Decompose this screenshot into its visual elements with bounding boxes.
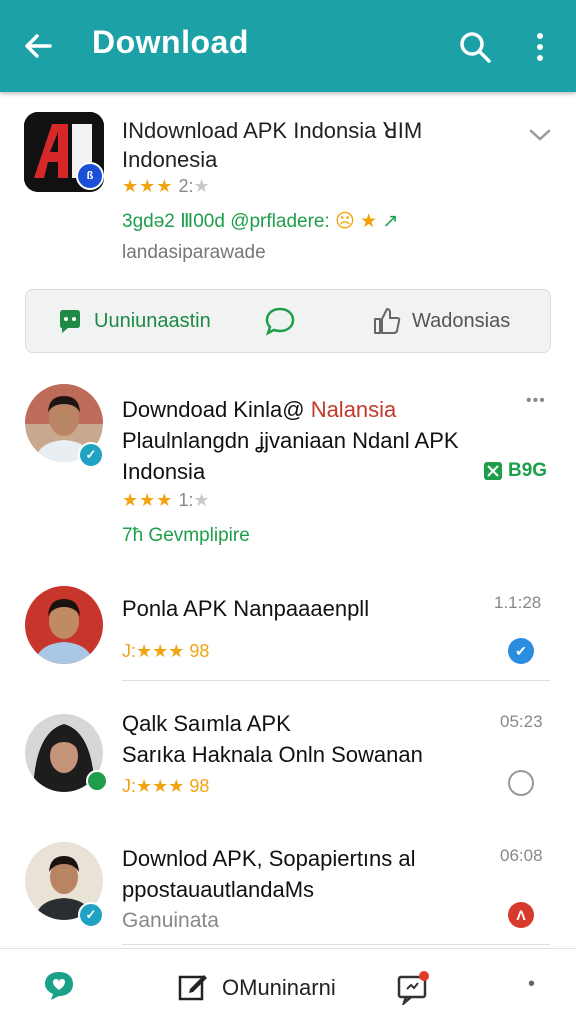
item-title: Ponla APK Nanpaaaenpll bbox=[122, 596, 370, 621]
item-title-text: Downdoad Kinla@ bbox=[122, 397, 305, 422]
online-status-icon bbox=[86, 770, 108, 792]
item-title-highlight: Nalansia bbox=[310, 397, 397, 422]
primary-action-label: Uuniunaastin bbox=[94, 309, 211, 332]
app-badge-icon: ß bbox=[76, 162, 104, 190]
item-title: Downdoad Kinla@ Nalansia bbox=[122, 394, 396, 425]
item-line2: Plaulnlangdn ʝjvaniaan Ndanl APK bbox=[122, 428, 459, 453]
alert-icon[interactable]: Λ bbox=[508, 902, 534, 928]
app-card[interactable]: ß INdownload APK Indonsia ꓤIM Indonesia … bbox=[0, 92, 576, 282]
trend-arrow-icon: ↗ bbox=[382, 211, 399, 232]
item-time: 05:23 bbox=[500, 712, 543, 731]
arrow-left-icon bbox=[25, 34, 52, 58]
item-time: 1.1:28 bbox=[494, 593, 542, 612]
android-chat-icon bbox=[60, 310, 80, 333]
item-rating: ★★★ 1:★ bbox=[122, 490, 210, 511]
emoji-icon: ☹ bbox=[335, 211, 355, 232]
rating-count: 2: bbox=[178, 176, 194, 196]
app-meta: 3gdə2 Ⅲ00d @prfladere: ☹ ★ ↗ bbox=[122, 210, 398, 233]
rating-empty-star: ★ bbox=[193, 490, 210, 510]
item-line2: Sarıka Haknala Onln Sowanan bbox=[122, 742, 423, 767]
more-horizontal-icon[interactable]: ••• bbox=[526, 392, 546, 410]
avatar bbox=[25, 586, 103, 664]
notification-chat-icon bbox=[397, 971, 429, 1007]
item-line2: ppostauautlandaMs bbox=[122, 877, 315, 902]
rating-stars: ★★★ bbox=[122, 176, 174, 196]
more-options-button[interactable] bbox=[528, 28, 552, 66]
divider bbox=[122, 680, 550, 681]
chat-heart-icon bbox=[45, 972, 73, 1000]
item-title: Qalk Saımla APK bbox=[122, 711, 291, 736]
like-status-icon[interactable]: ✔ bbox=[508, 638, 534, 664]
item-status: 7ћ Gevmplipire bbox=[122, 525, 250, 546]
app-title-line1: INdownload APK Indonsia ꓤIM bbox=[122, 118, 423, 143]
verified-badge-icon: ✓ bbox=[78, 902, 104, 928]
tag-icon bbox=[484, 462, 502, 480]
nav-notifications-button[interactable] bbox=[396, 971, 430, 1010]
verified-badge-icon: ✓ bbox=[78, 442, 104, 468]
item-rating: J:★★★ 98 bbox=[122, 776, 210, 796]
search-button[interactable] bbox=[456, 28, 494, 66]
item-time: 06:08 bbox=[500, 846, 543, 865]
radio-button[interactable] bbox=[508, 770, 534, 796]
primary-action-button[interactable]: Uuniunaastin bbox=[56, 290, 211, 352]
app-title: INdownload APK Indonsia ꓤIM Indonesia bbox=[122, 116, 452, 174]
item-line3: Indonsia bbox=[122, 459, 206, 484]
nav-compose-button[interactable] bbox=[176, 969, 210, 1008]
item-tag: B9G bbox=[482, 460, 547, 482]
like-button[interactable]: Wadonsias bbox=[372, 290, 510, 352]
app-title-line2: Indonesia bbox=[122, 147, 218, 172]
chevron-down-icon bbox=[529, 129, 551, 141]
more-vertical-icon bbox=[537, 33, 543, 61]
item-line3: Ganuinata bbox=[122, 909, 219, 932]
item-tag-label: B9G bbox=[508, 460, 548, 481]
rating-stars: ★★★ bbox=[122, 490, 174, 510]
nav-dot-indicator: • bbox=[528, 973, 536, 995]
expand-button[interactable] bbox=[528, 126, 552, 144]
compose-icon bbox=[178, 975, 207, 1001]
app-rating: ★★★ 2:★ bbox=[122, 176, 210, 197]
page-title: Download bbox=[92, 24, 249, 60]
item-rating: J:★★★ 98 bbox=[122, 641, 210, 661]
search-icon bbox=[460, 32, 491, 63]
rating-count: 1: bbox=[178, 490, 194, 510]
star-icon: ★ bbox=[360, 211, 378, 232]
comment-button[interactable] bbox=[264, 290, 306, 352]
action-bar: Uuniunaastin Wadonsias bbox=[25, 289, 551, 353]
thumbs-up-icon bbox=[374, 308, 401, 334]
speech-bubble-icon bbox=[265, 307, 295, 336]
person-avatar-icon bbox=[25, 586, 103, 664]
back-button[interactable] bbox=[20, 28, 56, 64]
app-bar: Download bbox=[0, 0, 576, 92]
bottom-nav: OMuninarni • bbox=[0, 948, 576, 1025]
nav-chat-button[interactable] bbox=[42, 969, 76, 1008]
app-subtitle: landasiparawade bbox=[122, 242, 266, 263]
app-meta-text: 3gdə2 Ⅲ00d @prfladere: bbox=[122, 211, 330, 232]
item-title: Downlod APK, Sopapiertıns al bbox=[122, 846, 416, 871]
nav-label[interactable]: OMuninarni bbox=[222, 975, 336, 1001]
secondary-action-label: Wadonsias bbox=[412, 309, 511, 332]
divider bbox=[122, 944, 550, 945]
rating-empty-star: ★ bbox=[193, 176, 210, 196]
